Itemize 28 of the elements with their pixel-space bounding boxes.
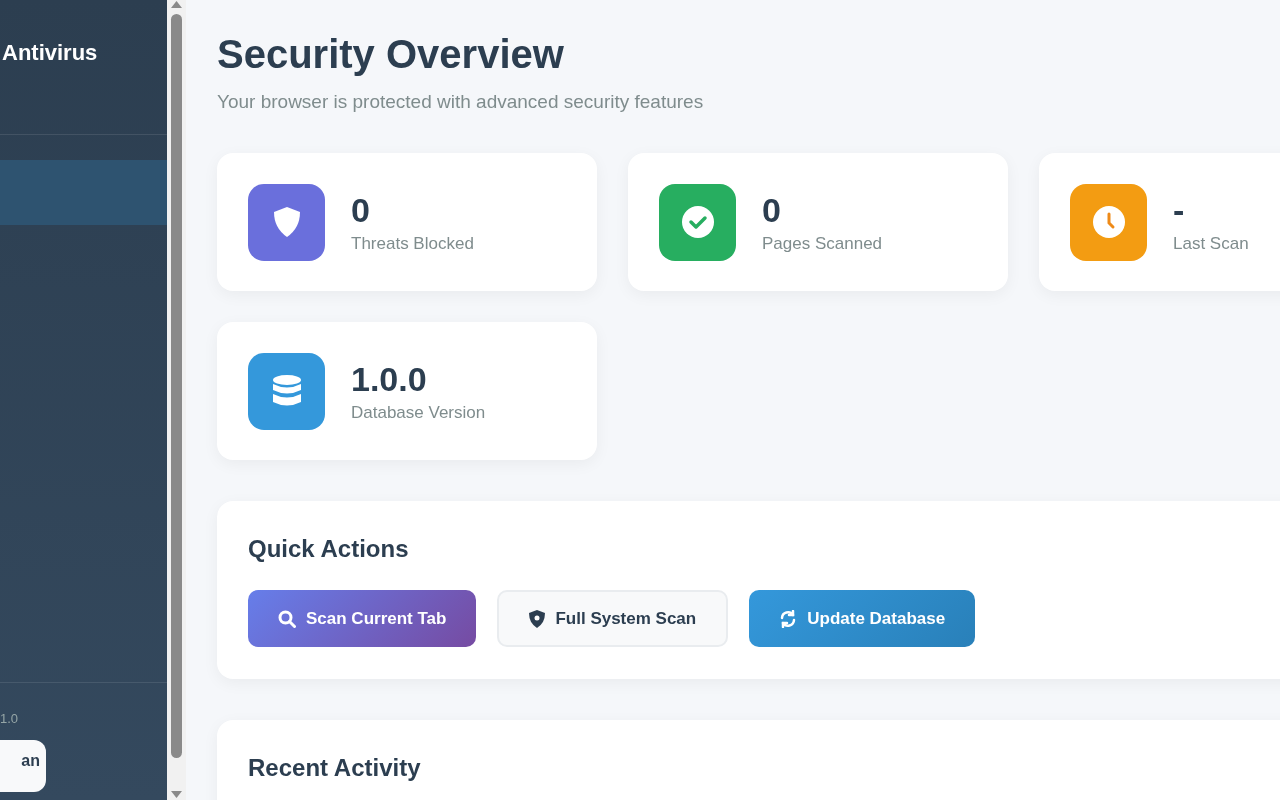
shield-virus-icon [529,609,546,628]
action-button[interactable]: Scan Current Tab [248,590,477,647]
section-title: Quick Actions [248,535,410,563]
action-button[interactable]: Full System Scan [497,590,729,647]
scrollbar-thumb[interactable] [171,14,182,758]
stat-value: - [1173,190,1186,230]
stat-value: 1.0.0 [351,359,428,399]
page-subtitle: Your browser is protected with advanced security features [217,91,705,113]
stat-value: 0 [762,190,782,230]
stat-label: Pages Scanned [762,233,883,254]
scroll-up-icon[interactable] [171,1,182,8]
scrollbar[interactable] [167,0,186,800]
shield-icon [271,206,302,238]
sidebar-button[interactable]: an [0,740,46,792]
clock-icon [1092,206,1125,238]
stat-label: Database Version [351,402,486,423]
search-icon [278,609,296,628]
version-text: 1.0 [0,711,20,726]
action-button[interactable]: Update Database [749,590,976,647]
stat-value: 0 [351,190,371,230]
stat-label: Last Scan [1173,233,1249,254]
page-title: Security Overview [217,32,565,77]
refresh-icon [779,609,798,628]
database-icon [272,375,301,407]
check-circle-icon [681,206,714,238]
section-title: Recent Activity [248,754,422,782]
stat-label: Threats Blocked [351,233,474,254]
scroll-down-icon[interactable] [171,791,182,798]
